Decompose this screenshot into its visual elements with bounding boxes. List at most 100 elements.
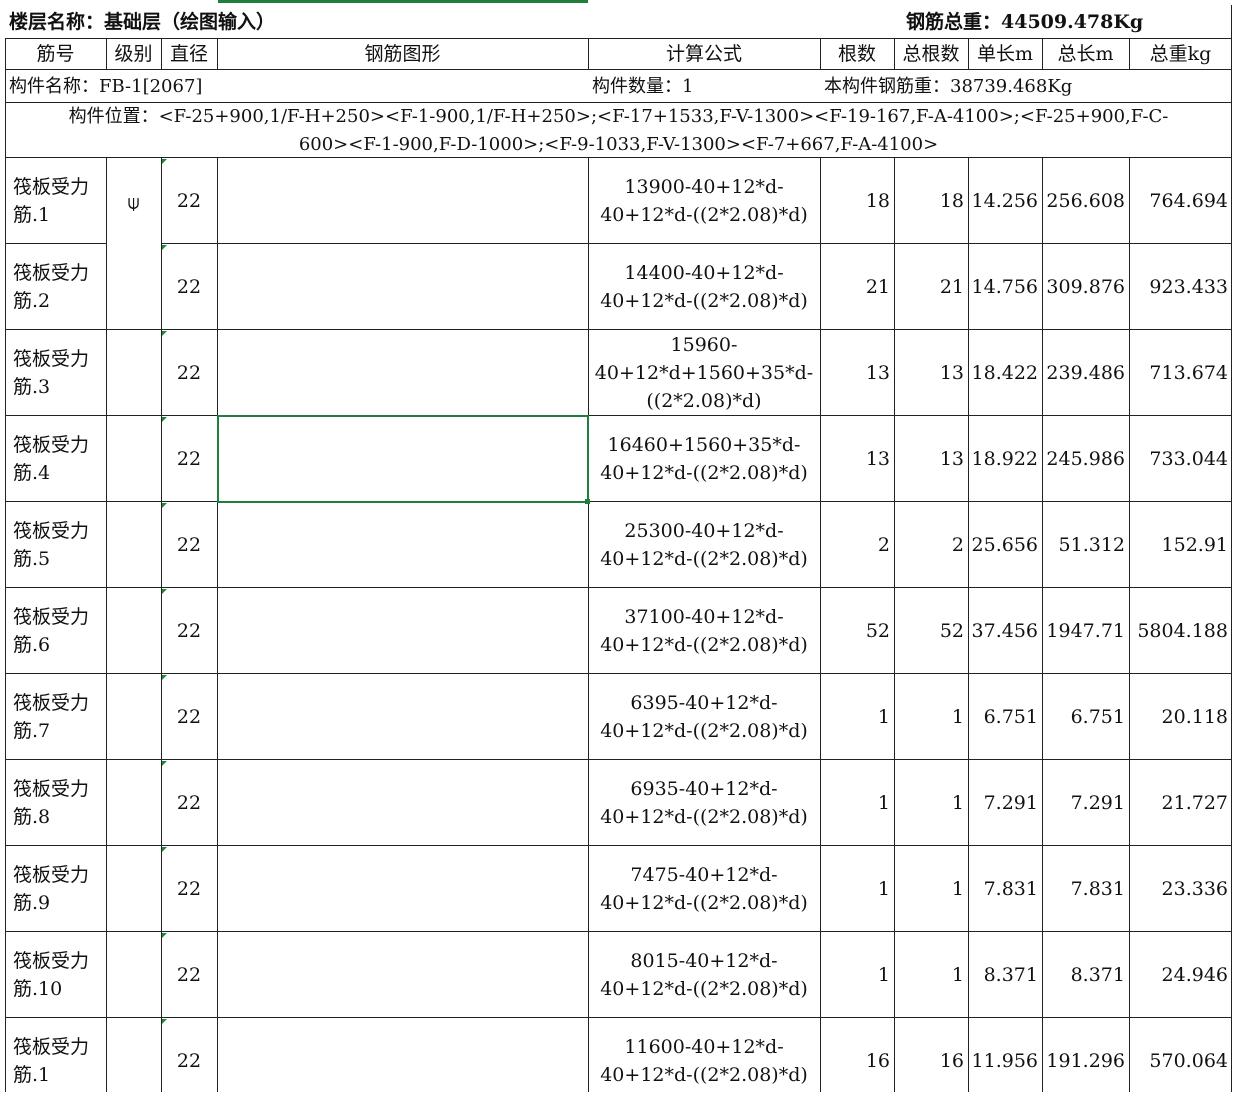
diameter-cell[interactable]: 22 (161, 244, 217, 330)
formula-cell[interactable]: 8015-40+12*d- 40+12*d-((2*2.08)*d) (588, 932, 820, 1018)
total-length-cell[interactable]: 8.371 (1042, 932, 1129, 1018)
total-length-cell[interactable]: 1947.71 (1042, 588, 1129, 674)
unit-length-cell[interactable]: 18.922 (968, 416, 1042, 502)
unit-length-cell[interactable]: 37.456 (968, 588, 1042, 674)
unit-length-cell[interactable]: 14.256 (968, 158, 1042, 244)
formula-cell[interactable]: 15960- 40+12*d+1560+35*d- ((2*2.08)*d) (588, 330, 820, 416)
total-count-cell[interactable]: 2 (894, 502, 968, 588)
total-count-cell[interactable]: 52 (894, 588, 968, 674)
unit-length-cell[interactable]: 25.656 (968, 502, 1042, 588)
member-name[interactable]: 构件名称：FB-1[2067] (9, 72, 569, 102)
total-length-cell[interactable]: 6.751 (1042, 674, 1129, 760)
header-diameter[interactable]: 直径 (161, 39, 217, 69)
diameter-cell[interactable]: 22 (161, 846, 217, 932)
diameter-cell[interactable]: 22 (161, 932, 217, 1018)
shape-cell[interactable] (217, 244, 588, 330)
count-cell[interactable]: 1 (820, 846, 894, 932)
header-total-length[interactable]: 总长m (1042, 39, 1129, 69)
total-count-cell[interactable]: 13 (894, 330, 968, 416)
count-cell[interactable]: 16 (820, 1018, 894, 1104)
formula-cell[interactable]: 6395-40+12*d- 40+12*d-((2*2.08)*d) (588, 674, 820, 760)
total-count-cell[interactable]: 1 (894, 932, 968, 1018)
shape-cell[interactable] (217, 588, 588, 674)
total-weight-cell[interactable]: 570.064 (1129, 1018, 1232, 1104)
header-grade[interactable]: 级别 (106, 39, 161, 69)
formula-cell[interactable]: 11600-40+12*d- 40+12*d-((2*2.08)*d) (588, 1018, 820, 1104)
unit-length-cell[interactable]: 11.956 (968, 1018, 1042, 1104)
selected-cell[interactable] (217, 415, 589, 503)
bar-name-cell[interactable]: 筏板受力 筋.4 (5, 416, 106, 502)
diameter-cell[interactable]: 22 (161, 588, 217, 674)
header-count[interactable]: 根数 (820, 39, 894, 69)
total-weight-cell[interactable]: 23.336 (1129, 846, 1232, 932)
diameter-cell[interactable]: 22 (161, 502, 217, 588)
shape-cell[interactable] (217, 158, 588, 244)
shape-cell[interactable] (217, 932, 588, 1018)
shape-cell[interactable] (217, 330, 588, 416)
count-cell[interactable]: 1 (820, 932, 894, 1018)
bar-name-cell[interactable]: 筏板受力 筋.8 (5, 760, 106, 846)
total-length-cell[interactable]: 7.831 (1042, 846, 1129, 932)
unit-length-cell[interactable]: 14.756 (968, 244, 1042, 330)
total-weight-cell[interactable]: 764.694 (1129, 158, 1232, 244)
formula-cell[interactable]: 16460+1560+35*d- 40+12*d-((2*2.08)*d) (588, 416, 820, 502)
unit-length-cell[interactable]: 7.291 (968, 760, 1042, 846)
total-weight-cell[interactable]: 733.044 (1129, 416, 1232, 502)
bar-name-cell[interactable]: 筏板受力 筋.3 (5, 330, 106, 416)
count-cell[interactable]: 13 (820, 330, 894, 416)
bar-name-cell[interactable]: 筏板受力 筋.1 (5, 158, 106, 244)
bar-name-cell[interactable]: 筏板受力 筋.7 (5, 674, 106, 760)
total-count-cell[interactable]: 1 (894, 846, 968, 932)
header-bar-no[interactable]: 筋号 (5, 39, 106, 69)
total-steel-weight[interactable]: 钢筋总重：44509.478Kg (906, 10, 1226, 36)
total-weight-cell[interactable]: 152.91 (1129, 502, 1232, 588)
total-weight-cell[interactable]: 923.433 (1129, 244, 1232, 330)
count-cell[interactable]: 52 (820, 588, 894, 674)
shape-cell[interactable] (217, 674, 588, 760)
unit-length-cell[interactable]: 8.371 (968, 932, 1042, 1018)
diameter-cell[interactable]: 22 (161, 674, 217, 760)
formula-cell[interactable]: 7475-40+12*d- 40+12*d-((2*2.08)*d) (588, 846, 820, 932)
member-position[interactable]: 构件位置：<F-25+900,1/F-H+250><F-1-900,1/F-H+… (5, 103, 1232, 159)
total-length-cell[interactable]: 51.312 (1042, 502, 1129, 588)
total-count-cell[interactable]: 1 (894, 674, 968, 760)
total-weight-cell[interactable]: 21.727 (1129, 760, 1232, 846)
total-length-cell[interactable]: 245.986 (1042, 416, 1129, 502)
shape-cell[interactable] (217, 846, 588, 932)
count-cell[interactable]: 18 (820, 158, 894, 244)
count-cell[interactable]: 1 (820, 674, 894, 760)
count-cell[interactable]: 1 (820, 760, 894, 846)
total-length-cell[interactable]: 191.296 (1042, 1018, 1129, 1104)
formula-cell[interactable]: 6935-40+12*d- 40+12*d-((2*2.08)*d) (588, 760, 820, 846)
count-cell[interactable]: 2 (820, 502, 894, 588)
bar-name-cell[interactable]: 筏板受力 筋.6 (5, 588, 106, 674)
member-steel-weight[interactable]: 本构件钢筋重：38739.468Kg (824, 72, 1224, 102)
header-shape[interactable]: 钢筋图形 (217, 39, 588, 69)
header-total-count[interactable]: 总根数 (894, 39, 968, 69)
diameter-cell[interactable]: 22 (161, 416, 217, 502)
total-weight-cell[interactable]: 24.946 (1129, 932, 1232, 1018)
count-cell[interactable]: 13 (820, 416, 894, 502)
header-unit-length[interactable]: 单长m (968, 39, 1042, 69)
header-formula[interactable]: 计算公式 (588, 39, 820, 69)
total-count-cell[interactable]: 16 (894, 1018, 968, 1104)
bar-name-cell[interactable]: 筏板受力 筋.5 (5, 502, 106, 588)
unit-length-cell[interactable]: 18.422 (968, 330, 1042, 416)
unit-length-cell[interactable]: 6.751 (968, 674, 1042, 760)
diameter-cell[interactable]: 22 (161, 760, 217, 846)
shape-cell[interactable] (217, 1018, 588, 1104)
fill-handle[interactable] (585, 499, 590, 504)
shape-cell[interactable] (217, 502, 588, 588)
formula-cell[interactable]: 25300-40+12*d- 40+12*d-((2*2.08)*d) (588, 502, 820, 588)
diameter-cell[interactable]: 22 (161, 330, 217, 416)
total-length-cell[interactable]: 309.876 (1042, 244, 1129, 330)
bar-name-cell[interactable]: 筏板受力 筋.2 (5, 244, 106, 330)
bar-name-cell[interactable]: 筏板受力 筋.9 (5, 846, 106, 932)
floor-title[interactable]: 楼层名称：基础层（绘图输入） (9, 10, 609, 34)
total-count-cell[interactable]: 21 (894, 244, 968, 330)
total-weight-cell[interactable]: 20.118 (1129, 674, 1232, 760)
bar-name-cell[interactable]: 筏板受力 筋.1 (5, 1018, 106, 1104)
bar-name-cell[interactable]: 筏板受力 筋.10 (5, 932, 106, 1018)
total-length-cell[interactable]: 7.291 (1042, 760, 1129, 846)
total-count-cell[interactable]: 18 (894, 158, 968, 244)
